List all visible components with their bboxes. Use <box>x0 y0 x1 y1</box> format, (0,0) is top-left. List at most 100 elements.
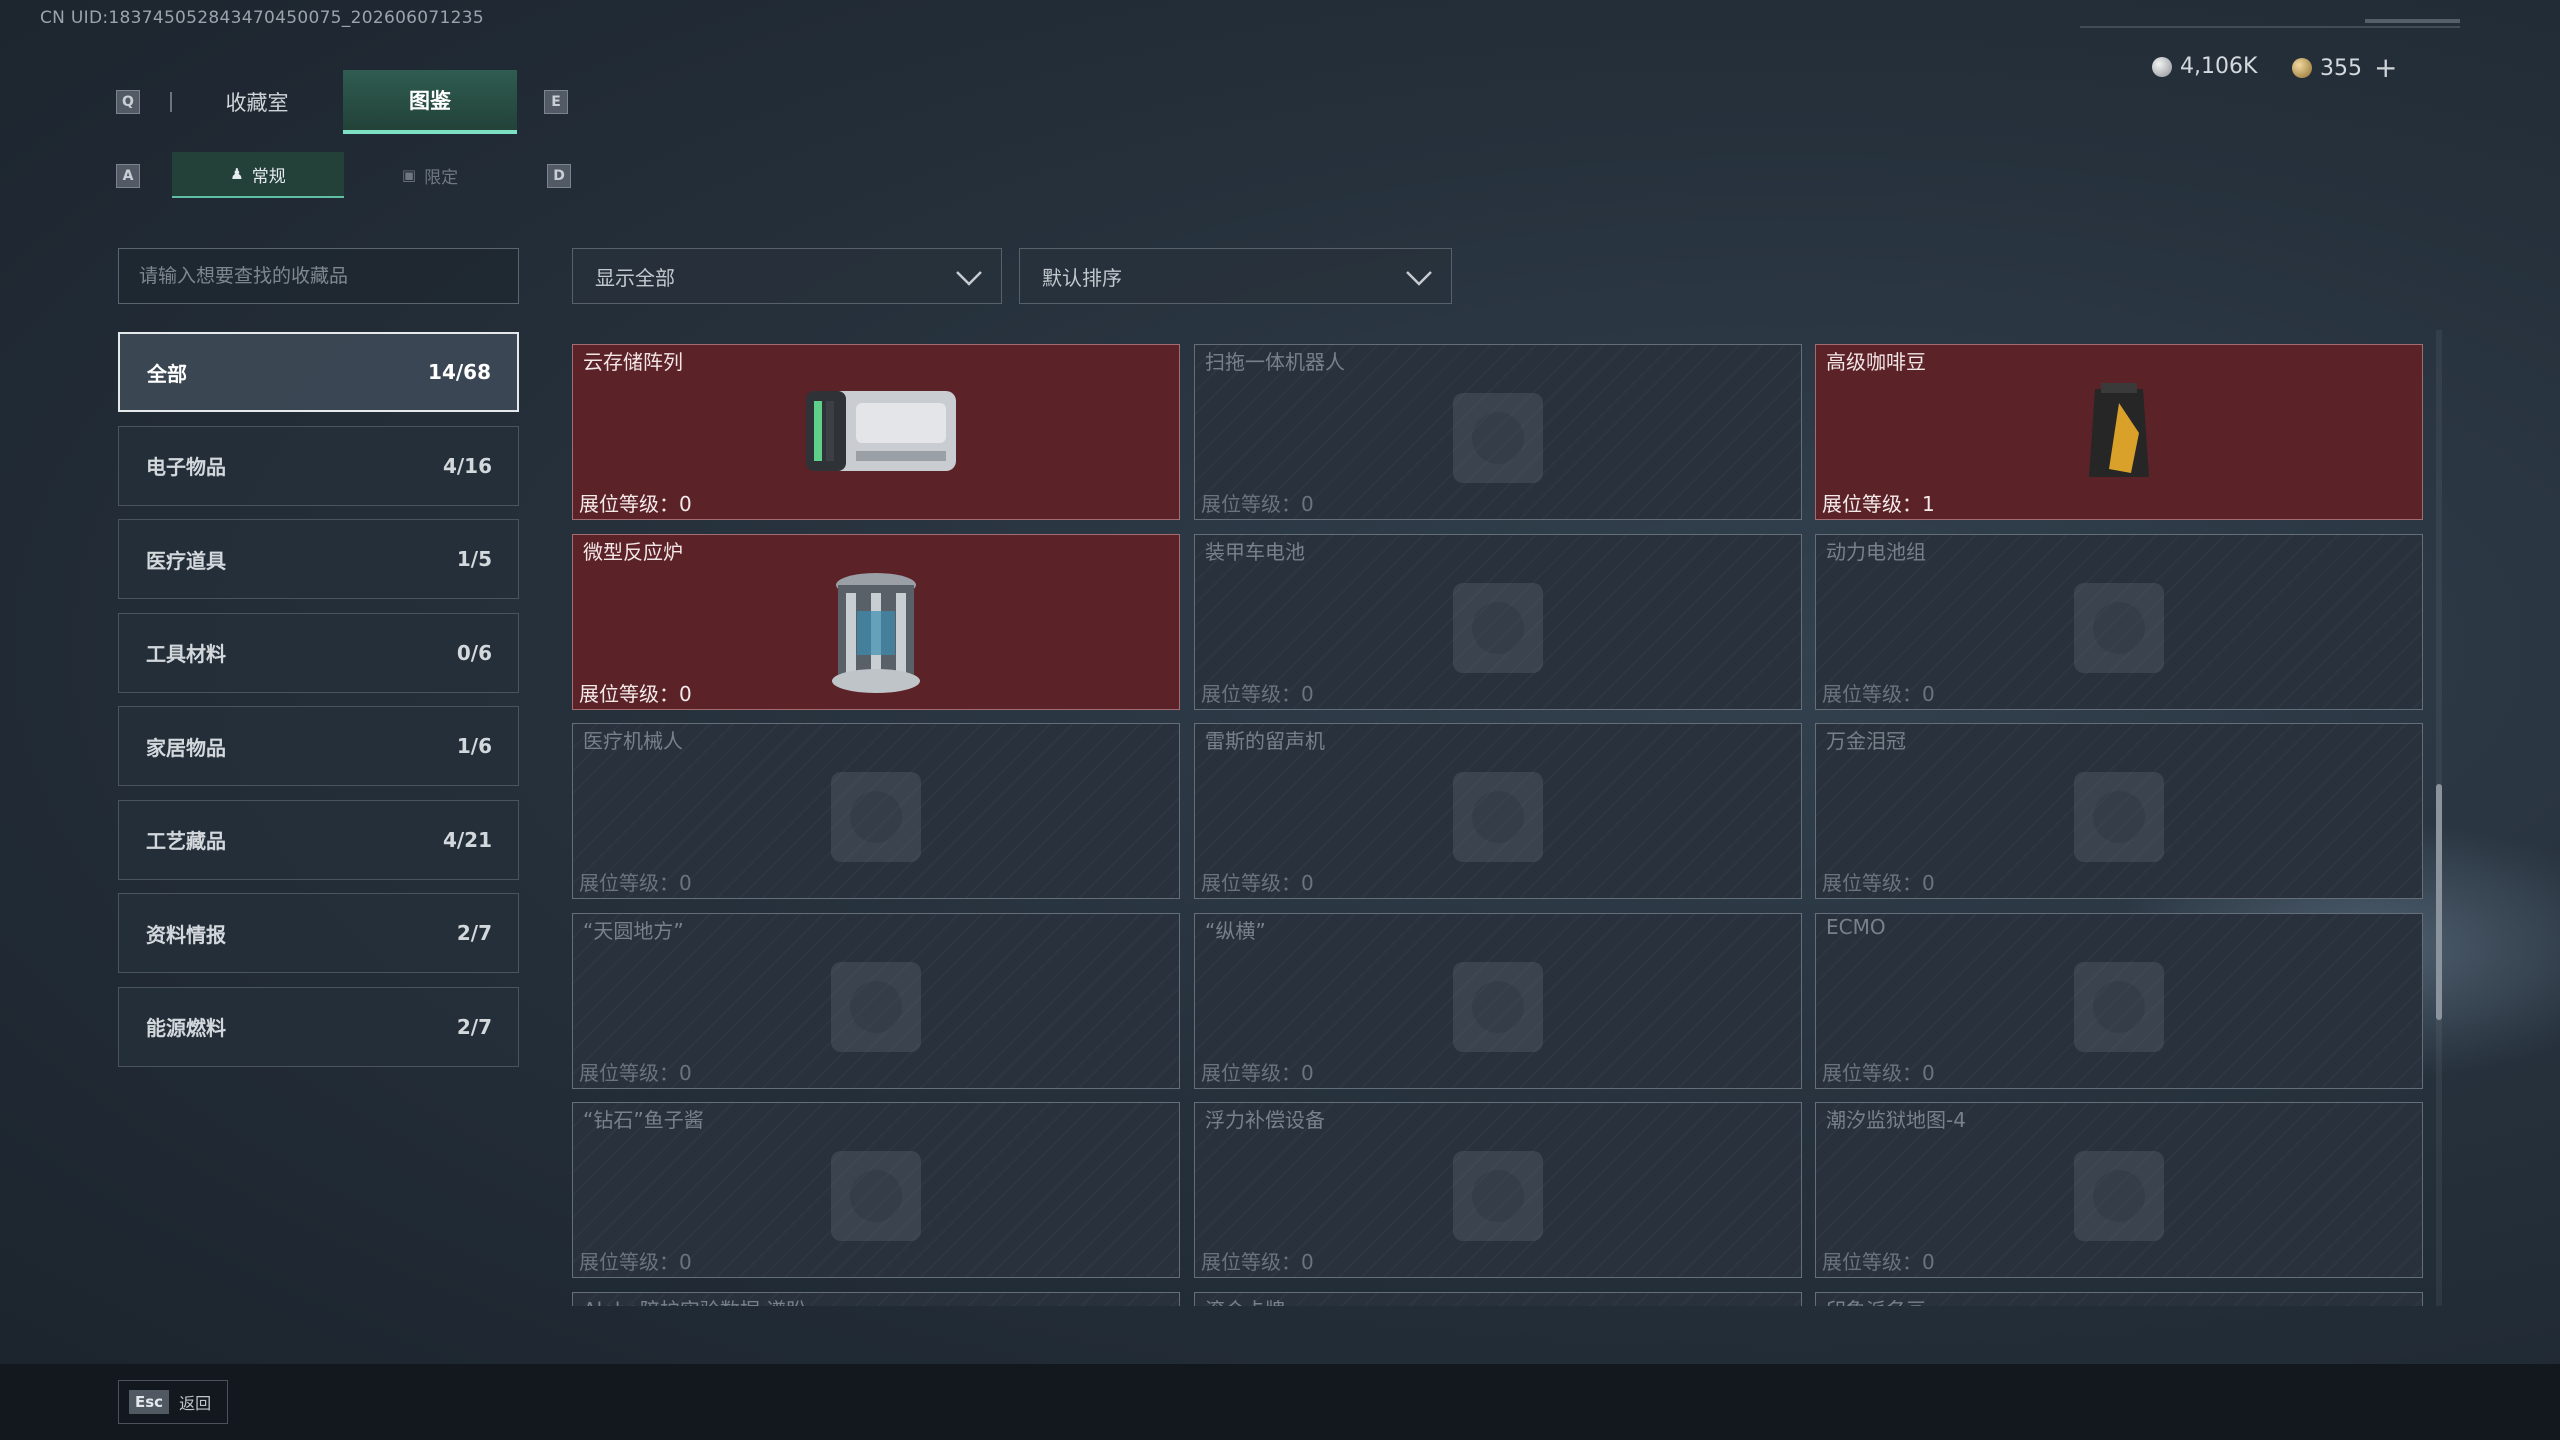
booth-level-prefix: 展位等级： <box>579 492 679 516</box>
filter-dropdown[interactable]: 显示全部 <box>572 248 1002 304</box>
booth-level-prefix: 展位等级： <box>579 1250 679 1274</box>
tab-regular-label: 常规 <box>251 166 286 187</box>
collectible-card[interactable]: 印象派名画 <box>1815 1291 2423 1307</box>
filter-dropdown-value: 显示全部 <box>595 265 675 290</box>
booth-level-prefix: 展位等级： <box>1822 1060 1922 1085</box>
booth-level: 展位等级：0 <box>1822 1246 1935 1275</box>
collectible-name: “钻石”鱼子酱 <box>583 1108 704 1132</box>
booth-level-value: 0 <box>1922 681 1935 706</box>
collectible-card[interactable]: ECMO 展位等级：0 <box>1815 912 2423 1089</box>
collectible-name: 扫拖一体机器人 <box>1205 350 1345 374</box>
booth-level-value: 0 <box>679 1250 692 1274</box>
booth-level: 展位等级：0 <box>579 678 692 707</box>
booth-level: 展位等级：0 <box>1201 867 1314 896</box>
collectible-name: 装甲车电池 <box>1205 539 1305 564</box>
collectible-card[interactable]: 医疗机械人 展位等级：0 <box>572 723 1180 899</box>
category-item[interactable]: 医疗道具 1/5 <box>118 519 519 599</box>
category-item[interactable]: 工具材料 0/6 <box>118 612 519 693</box>
category-item[interactable]: 能源燃料 2/7 <box>118 986 519 1067</box>
category-count: 2/7 <box>456 921 492 945</box>
collectible-name: 雷斯的留声机 <box>1205 729 1325 753</box>
silver-coin-icon <box>2152 56 2172 77</box>
tab-limited[interactable]: ▣ 限定 <box>344 152 516 198</box>
booth-level-value: 0 <box>1301 1250 1314 1274</box>
category-item[interactable]: 全部 14/68 <box>118 332 519 412</box>
collectible-card[interactable]: 浮力补偿设备展位等级：0 <box>1194 1102 1802 1278</box>
booth-level-prefix: 展位等级： <box>1201 871 1301 895</box>
category-item[interactable]: 资料情报 2/7 <box>118 893 519 973</box>
top-decorative-accent <box>2365 19 2460 23</box>
uid-label: CN UID:1837450528434704500​75_2026060712… <box>40 8 484 28</box>
collectible-card[interactable]: 装甲车电池展位等级：0 <box>1194 533 1802 710</box>
booth-level: 展位等级：0 <box>1201 678 1314 707</box>
sort-dropdown[interactable]: 默认排序 <box>1019 248 1452 304</box>
booth-level-value: 0 <box>1301 492 1314 516</box>
booth-level-prefix: 展位等级： <box>1201 681 1301 706</box>
battery-icon <box>1428 563 1568 697</box>
back-label: 返回 <box>179 1394 212 1413</box>
category-item[interactable]: 电子物品 4/16 <box>118 425 519 506</box>
battery-pack-icon <box>2049 563 2189 697</box>
booth-level: 展位等级：0 <box>579 1057 692 1086</box>
collectible-card[interactable]: 高级咖啡豆 展位等级：1 <box>1815 344 2423 520</box>
booth-level: 展位等级：0 <box>1822 1057 1935 1086</box>
armillary-icon <box>806 942 946 1076</box>
ecmo-icon <box>2049 942 2189 1076</box>
sort-dropdown-value: 默认排序 <box>1042 265 1122 290</box>
collectible-name: 高级咖啡豆 <box>1826 350 1926 374</box>
collectible-name: 浮力补偿设备 <box>1205 1108 1325 1132</box>
collectible-card[interactable]: “纵横” 展位等级：0 <box>1194 912 1802 1089</box>
gold-coin-icon <box>2292 58 2312 78</box>
booth-level-prefix: 展位等级： <box>1201 492 1301 516</box>
collectible-card[interactable]: Alpha陪护实验数据 谱盼 <box>572 1291 1180 1306</box>
plus-icon[interactable]: + <box>2374 54 2397 82</box>
collectible-card[interactable]: 滚合卡牌 <box>1194 1291 1802 1306</box>
booth-level-prefix: 展位等级： <box>1201 1250 1301 1274</box>
collectible-grid: 云存储阵列 展位等级：0 扫拖一体机器人 展位等级：0 高级咖啡豆 展位等级：1 微型反应炉… <box>572 330 2424 1306</box>
booth-level-value: 0 <box>1922 871 1935 895</box>
booth-level-prefix: 展位等级： <box>579 1060 679 1085</box>
collectible-card[interactable]: “钻石”鱼子酱展位等级：0 <box>572 1102 1180 1278</box>
gold-currency[interactable]: 355 + <box>2292 54 2397 82</box>
booth-level-value: 0 <box>679 492 692 516</box>
collectible-card[interactable]: 潮汐监狱地图-4 展位等级：0 <box>1815 1102 2423 1278</box>
booth-level: 展位等级：0 <box>579 488 692 517</box>
booth-level-value: 0 <box>1922 1060 1935 1085</box>
booth-level-prefix: 展位等级： <box>1822 1250 1922 1274</box>
collectible-name: ECMO <box>1826 914 1886 939</box>
collectible-name: 动力电池组 <box>1826 539 1926 564</box>
back-button[interactable]: Esc 返回 <box>118 1380 228 1424</box>
category-label: 工具材料 <box>146 642 226 666</box>
storage-array-icon <box>776 373 976 497</box>
key-hint-e: E <box>544 90 568 114</box>
category-item[interactable]: 家居物品 1/6 <box>118 706 519 786</box>
tab-catalog[interactable]: 图鉴 <box>343 70 517 134</box>
collectible-name: 印象派名画 <box>1826 1294 1926 1307</box>
collectible-card[interactable]: 动力电池组展位等级：0 <box>1815 533 2423 710</box>
tab-collection-room[interactable]: 收藏室 <box>170 70 344 134</box>
collectible-card[interactable]: 云存储阵列 展位等级：0 <box>572 344 1180 520</box>
esc-key-hint: Esc <box>129 1390 170 1414</box>
collectible-name: 万金泪冠 <box>1826 729 1906 753</box>
scrollbar-thumb[interactable] <box>2436 784 2442 1020</box>
category-label: 医疗道具 <box>146 548 226 573</box>
gold-currency-value: 355 <box>2320 55 2362 81</box>
collectible-name: 潮汐监狱地图-4 <box>1826 1108 1966 1132</box>
collectible-card[interactable]: 万金泪冠 展位等级：0 <box>1815 723 2423 899</box>
category-label: 资料情报 <box>146 922 226 947</box>
booth-level-prefix: 展位等级： <box>1822 681 1922 706</box>
category-label: 全部 <box>147 361 187 386</box>
collectible-name: “天圆地方” <box>583 918 684 943</box>
booth-level: 展位等级：0 <box>579 1246 692 1275</box>
collectible-card[interactable]: 扫拖一体机器人展位等级：0 <box>1194 344 1802 520</box>
collectible-card[interactable]: 雷斯的留声机展位等级：0 <box>1194 723 1802 899</box>
booth-level-value: 0 <box>679 871 692 895</box>
tab-limited-label: 限定 <box>424 167 459 188</box>
tab-regular[interactable]: ♟ 常规 <box>172 152 344 198</box>
booth-level: 展位等级：0 <box>1201 1246 1314 1275</box>
collectible-card[interactable]: “天圆地方” 展位等级：0 <box>572 912 1180 1089</box>
collectible-card[interactable]: 微型反应炉 展位等级：0 <box>572 533 1180 710</box>
collectible-name: 医疗机械人 <box>583 729 683 753</box>
search-input[interactable] <box>118 248 519 304</box>
category-item[interactable]: 工艺藏品 4/21 <box>118 799 519 880</box>
